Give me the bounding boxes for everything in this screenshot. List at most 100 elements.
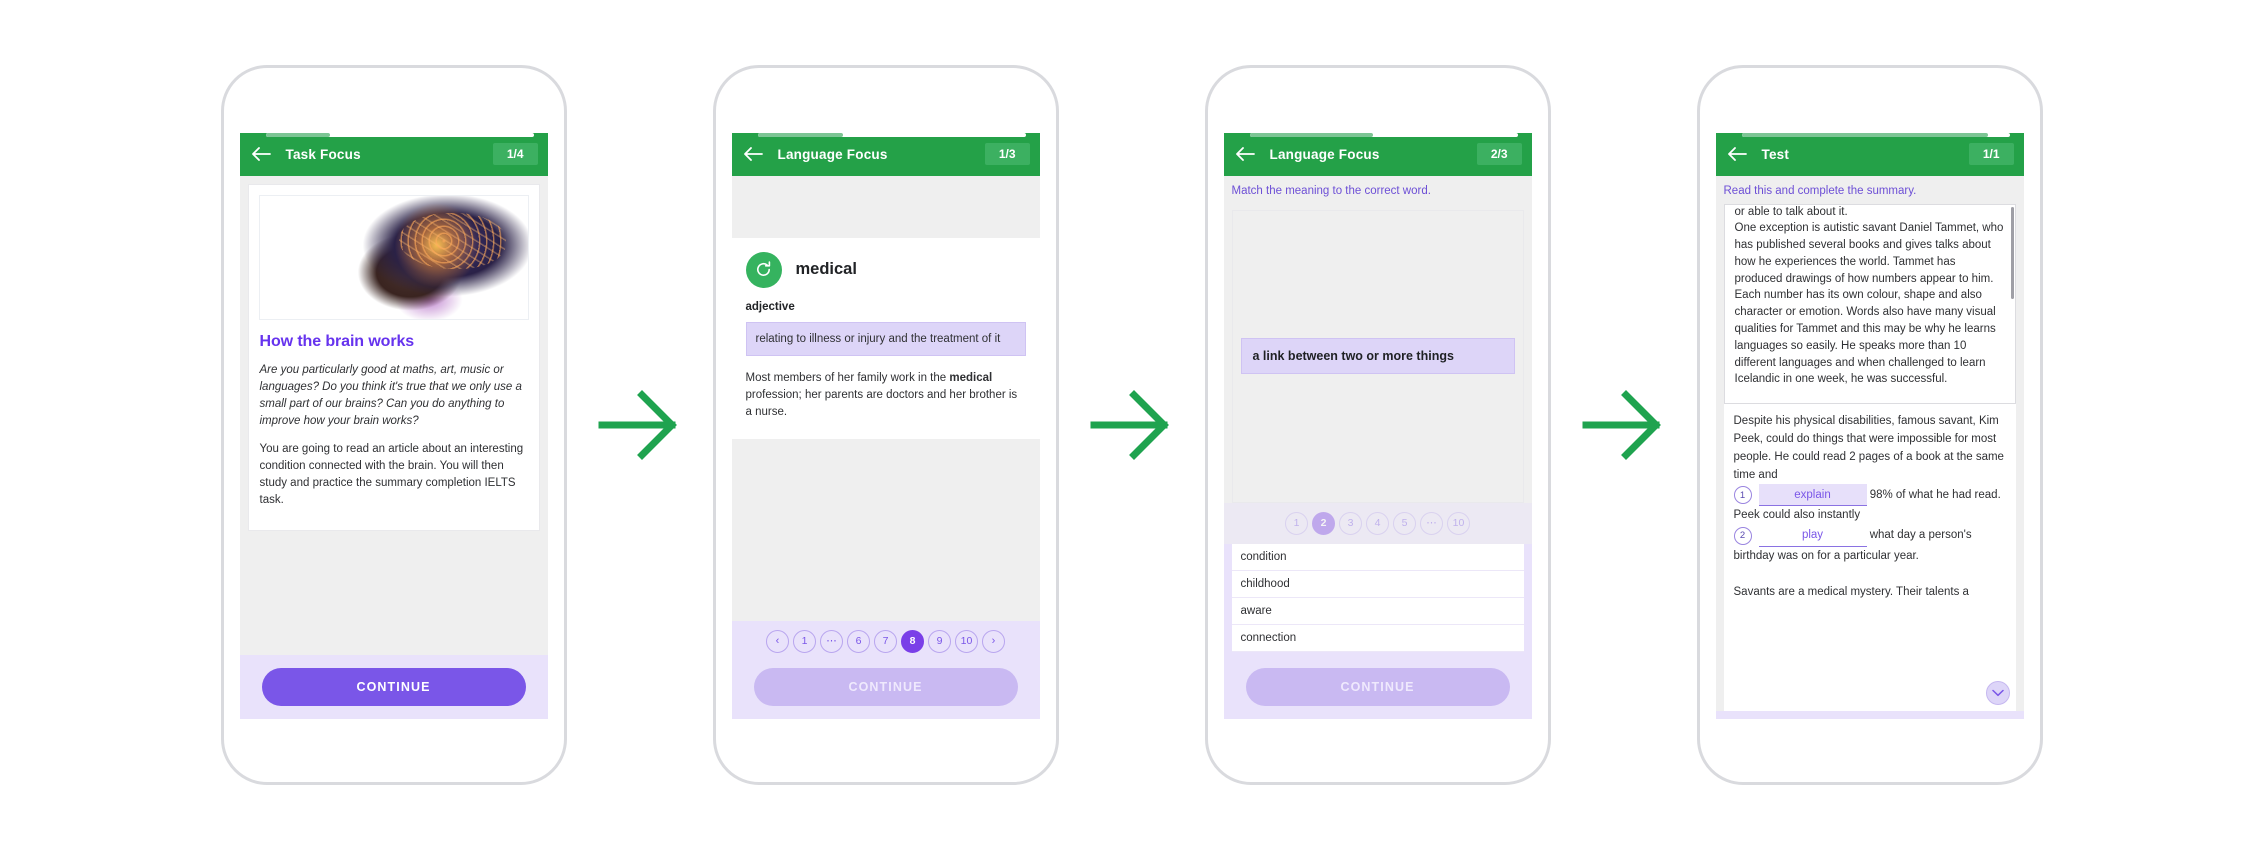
pagination-page[interactable]: 3 [1339, 511, 1362, 535]
word-option[interactable]: connection [1231, 624, 1524, 652]
pagination-page[interactable]: 10 [955, 629, 978, 653]
phone-language-focus-2: Language Focus 2/3 Match the meaning to … [1204, 64, 1551, 785]
pagination: 1 2 3 4 5 ⋯ 10 [1223, 502, 1532, 544]
word-header: medical [745, 251, 1026, 288]
pagination-page-active[interactable]: 8 [901, 629, 924, 653]
replay-audio-icon[interactable] [745, 251, 782, 288]
clipped-line: or able to talk about it. [1734, 205, 1848, 218]
step-counter: 1/3 [984, 143, 1030, 165]
spacer [239, 530, 548, 655]
pagination-page[interactable]: 4 [1366, 511, 1389, 535]
summary-tail: Savants are a medical mystery. Their tal… [1733, 585, 1969, 598]
intro-paragraph-italic: Are you particularly good at maths, art,… [259, 363, 522, 427]
step-counter: 2/3 [1476, 143, 1522, 165]
footer-task-focus: CONTINUE [239, 654, 548, 719]
word-option[interactable]: childhood [1231, 570, 1524, 598]
pagination-ellipsis[interactable]: ⋯ [820, 629, 843, 653]
progress-bar-fill [1741, 132, 1989, 137]
back-arrow-icon[interactable] [1232, 141, 1258, 167]
pagination-page[interactable]: 9 [928, 629, 951, 653]
progress-bar-fill [265, 132, 330, 137]
pagination: ‹ 1 ⋯ 6 7 8 9 10 › [731, 620, 1040, 662]
definition-box: relating to illness or injury and the tr… [745, 321, 1026, 357]
phone-language-focus-1: Language Focus 1/3 medical adjective rel… [712, 64, 1059, 785]
back-arrow-icon[interactable] [248, 141, 274, 167]
meaning-prompt[interactable]: a link between two or more things [1240, 338, 1515, 374]
screen-language-focus-1: Language Focus 1/3 medical adjective rel… [731, 132, 1040, 719]
topbar: Task Focus 1/4 [239, 132, 548, 176]
spacer-top [731, 175, 1040, 238]
topbar: Language Focus 1/3 [731, 132, 1040, 176]
footer-language-focus-2: CONTINUE [1223, 659, 1532, 719]
word-option[interactable]: aware [1231, 597, 1524, 625]
blank-1: 1 explain [1733, 484, 1867, 507]
flow-arrow-1 [567, 389, 713, 460]
intro-paragraph: You are going to read an article about a… [259, 442, 524, 506]
phone-task-focus: Task Focus 1/4 How the brain works Are y… [220, 64, 567, 785]
body-language-focus-2: Match the meaning to the correct word. a… [1223, 175, 1532, 503]
lesson-card: How the brain works Are you particularly… [247, 183, 540, 531]
scrollbar-thumb[interactable] [2010, 206, 2014, 299]
brain-illustration [258, 194, 529, 320]
progress-bar-track [1741, 132, 2010, 137]
phone-test: Test 1/1 Read this and complete the summ… [1696, 64, 2043, 785]
page-title: Language Focus [777, 146, 888, 162]
flow-arrow-3 [1551, 389, 1697, 460]
blank-answer-input[interactable]: play [1758, 524, 1867, 547]
page-title: Test [1761, 146, 1790, 162]
instruction-text: Read this and complete the summary. [1715, 175, 2024, 204]
pagination-page[interactable]: 7 [874, 629, 897, 653]
blank-number: 2 [1733, 526, 1752, 545]
back-arrow-icon[interactable] [1724, 141, 1750, 167]
instruction-text: Match the meaning to the correct word. [1223, 175, 1532, 204]
back-arrow-icon[interactable] [740, 141, 766, 167]
reading-paragraph: One exception is autistic savant Daniel … [1734, 222, 2004, 386]
continue-button[interactable]: CONTINUE [261, 667, 526, 706]
continue-button[interactable]: CONTINUE [1245, 667, 1510, 706]
card-title: How the brain works [259, 332, 415, 350]
vocabulary-word: medical [795, 260, 857, 278]
progress-bar-fill [757, 132, 844, 137]
body-test: Read this and complete the summary. or a… [1715, 175, 2024, 719]
screen-test: Test 1/1 Read this and complete the summ… [1715, 132, 2024, 719]
reading-passage-scroll[interactable]: or able to talk about it. One exception … [1723, 203, 2016, 404]
body-task-focus: How the brain works Are you particularly… [239, 176, 548, 655]
word-options-list: condition childhood aware connection [1223, 543, 1532, 660]
example-part-after: profession; her parents are doctors and … [745, 389, 1018, 419]
blank-answer-input[interactable]: explain [1758, 484, 1867, 507]
topbar: Test 1/1 [1715, 132, 2024, 176]
blank-2: 2 play [1733, 524, 1867, 547]
pagination-prev[interactable]: ‹ [766, 629, 789, 653]
progress-bar-fill [1249, 132, 1373, 137]
step-counter: 1/4 [492, 143, 538, 165]
matching-drop-zone[interactable]: a link between two or more things [1231, 209, 1524, 503]
page-title: Task Focus [285, 146, 361, 162]
blank-number: 1 [1733, 486, 1752, 505]
pagination-page[interactable]: 5 [1393, 511, 1416, 535]
example-target-word: medical [949, 372, 993, 385]
footer-language-focus-1: CONTINUE [731, 661, 1040, 719]
pagination-page-active[interactable]: 2 [1312, 511, 1335, 535]
spacer-bottom [731, 439, 1040, 621]
progress-bar-track [1249, 132, 1518, 137]
pagination-page[interactable]: 1 [1285, 511, 1308, 535]
pagination-page[interactable]: 6 [847, 629, 870, 653]
progress-bar-track [265, 132, 534, 137]
pagination-page[interactable]: 1 [793, 629, 816, 653]
bottom-strip [1715, 710, 2024, 719]
flow-arrow-2 [1059, 389, 1205, 460]
topbar: Language Focus 2/3 [1223, 132, 1532, 176]
screenshot-stage: Task Focus 1/4 How the brain works Are y… [0, 0, 2263, 849]
screen-task-focus: Task Focus 1/4 How the brain works Are y… [239, 132, 548, 719]
screen-language-focus-2: Language Focus 2/3 Match the meaning to … [1223, 132, 1532, 719]
step-counter: 1/1 [1968, 143, 2014, 165]
pagination-ellipsis[interactable]: ⋯ [1420, 511, 1443, 535]
word-option[interactable]: condition [1231, 543, 1524, 571]
continue-button[interactable]: CONTINUE [753, 667, 1018, 706]
pagination-next[interactable]: › [982, 629, 1005, 653]
part-of-speech: adjective [745, 300, 795, 313]
summary-completion-area: Despite his physical disabilities, famou… [1723, 403, 2016, 711]
pagination-page[interactable]: 10 [1447, 511, 1470, 535]
example-sentence: Most members of her family work in the m… [746, 370, 1026, 421]
chevron-down-icon[interactable] [1985, 680, 2010, 705]
